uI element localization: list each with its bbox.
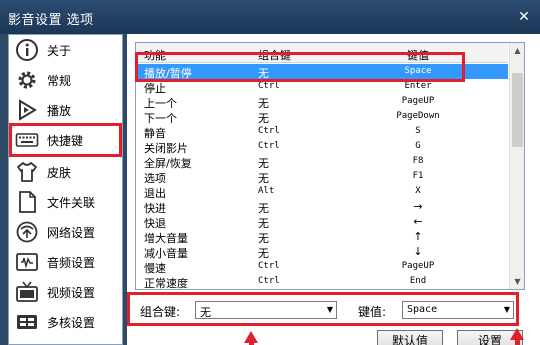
sidebar-item-audio[interactable]: 音频设置	[9, 247, 122, 277]
key-label: 键值:	[358, 305, 387, 319]
sidebar-item-about[interactable]: 关于	[9, 35, 122, 65]
table-row[interactable]: 关闭影片 Ctrl G	[136, 139, 508, 155]
table-row[interactable]: 慢速 Ctrl PageUP	[136, 259, 508, 275]
cell-modifier: Ctrl	[258, 141, 280, 151]
cell-key: ↑	[413, 230, 423, 243]
cell-key: S	[415, 126, 421, 136]
sidebar-item-label: 网络设置	[47, 225, 96, 240]
modifier-select[interactable]: 无 ▼	[195, 301, 337, 319]
sidebar-item-label: 关于	[47, 43, 72, 58]
scroll-down-icon[interactable]: ▼	[512, 276, 523, 287]
close-icon[interactable]: ✕	[516, 10, 532, 26]
cell-key: X	[415, 186, 421, 196]
table-row[interactable]: 下一个 无 PageDown	[136, 109, 508, 125]
cell-modifier: Ctrl	[258, 276, 280, 286]
multicore-icon	[17, 315, 37, 329]
sidebar-item-hotkeys[interactable]: 快捷键	[9, 123, 122, 157]
table-row[interactable]: 退出 Alt X	[136, 184, 508, 200]
keyboard-icon	[15, 133, 39, 147]
sidebar-item-label: 视频设置	[47, 285, 96, 300]
chevron-down-icon: ▼	[326, 305, 333, 314]
sidebar-item-label: 快捷键	[47, 133, 84, 148]
modifier-select-value: 无	[200, 306, 211, 319]
sidebar: 关于 常规 播放 快捷键 皮肤 文件关联 网络设置 音频设置 视频设置 多核设置	[8, 34, 123, 345]
table-row[interactable]: 全屏/恢复 无 F8	[136, 154, 508, 170]
play-icon	[19, 99, 37, 121]
cell-key: PageUP	[401, 96, 435, 106]
chevron-down-icon: ▼	[503, 305, 510, 314]
sidebar-item-label: 多核设置	[47, 315, 96, 330]
cell-key: PageDown	[396, 111, 440, 121]
cell-function: 正常速度	[144, 277, 188, 290]
audio-icon	[16, 253, 38, 271]
annotation-arrow	[244, 331, 258, 343]
window-title: 影音设置 选项	[8, 13, 94, 28]
file-icon	[19, 191, 36, 213]
cell-key: End	[409, 276, 427, 286]
sidebar-item-general[interactable]: 常规	[9, 65, 122, 95]
shirt-icon	[17, 162, 37, 182]
cell-modifier: Ctrl	[258, 81, 280, 91]
key-select[interactable]: Space ▼	[402, 301, 514, 319]
sidebar-item-file-assoc[interactable]: 文件关联	[9, 187, 122, 217]
table-row[interactable]: 减小音量 无 ↓	[136, 244, 508, 260]
key-select-value: Space	[407, 304, 438, 315]
sidebar-item-video[interactable]: 视频设置	[9, 277, 122, 307]
sidebar-item-play[interactable]: 播放	[9, 95, 122, 125]
hotkey-editor: 组合键: 无 ▼ 键值: Space ▼	[127, 292, 519, 326]
table-row[interactable]: 选项 无 F1	[136, 169, 508, 185]
scroll-up-icon[interactable]: ▲	[512, 45, 523, 56]
options-window: 影音设置 选项 ✕ 关于 常规 播放 快捷键 皮肤 文件关联 网络设置 音频设置…	[0, 0, 540, 345]
sidebar-item-label: 皮肤	[47, 165, 72, 180]
default-button[interactable]: 默认值	[377, 330, 443, 345]
sidebar-item-label: 播放	[47, 103, 72, 118]
modifier-label: 组合键:	[140, 305, 181, 319]
table-row[interactable]: 增大音量 无 ↑	[136, 229, 508, 245]
cell-key: G	[415, 141, 421, 151]
table-row[interactable]: 静音 Ctrl S	[136, 124, 508, 140]
list-scrollbar[interactable]: ▲ ▼	[509, 43, 524, 289]
sidebar-item-skin[interactable]: 皮肤	[9, 157, 122, 187]
scrollbar-thumb[interactable]	[512, 73, 523, 147]
hotkey-panel: 功能 组合键 键值 播放/暂停 无 Space 停止 Ctrl Enter 上一…	[127, 34, 540, 345]
cell-key: ←	[413, 215, 423, 228]
sidebar-item-network[interactable]: 网络设置	[9, 217, 122, 247]
cell-modifier: Ctrl	[258, 261, 280, 271]
cell-key: F1	[412, 171, 424, 181]
network-icon	[16, 221, 38, 243]
info-icon	[16, 39, 38, 61]
sidebar-item-label: 音频设置	[47, 255, 96, 270]
cell-key: PageUP	[401, 261, 435, 271]
table-row[interactable]: 快退 无 ←	[136, 214, 508, 230]
cell-key: ↓	[413, 245, 423, 258]
title-bar[interactable]: 影音设置 选项 ✕	[0, 0, 540, 34]
sidebar-item-multicore[interactable]: 多核设置	[9, 307, 122, 337]
table-row[interactable]: 上一个 无 PageUP	[136, 94, 508, 110]
sidebar-item-label: 常规	[47, 73, 72, 88]
annotation-arrow-stem	[515, 340, 520, 345]
annotation-highlight	[135, 52, 465, 82]
annotation-arrow	[510, 328, 524, 340]
tv-icon	[16, 281, 38, 302]
table-row[interactable]: 正常速度 Ctrl End	[136, 274, 508, 289]
gear-icon	[18, 71, 36, 89]
cell-modifier: Ctrl	[258, 126, 280, 136]
sidebar-item-label: 文件关联	[47, 195, 96, 210]
cell-key: F8	[412, 156, 424, 166]
table-row[interactable]: 快进 无 →	[136, 199, 508, 215]
cell-key: Enter	[404, 81, 432, 91]
cell-modifier: Alt	[258, 186, 275, 196]
cell-key: →	[413, 200, 423, 213]
